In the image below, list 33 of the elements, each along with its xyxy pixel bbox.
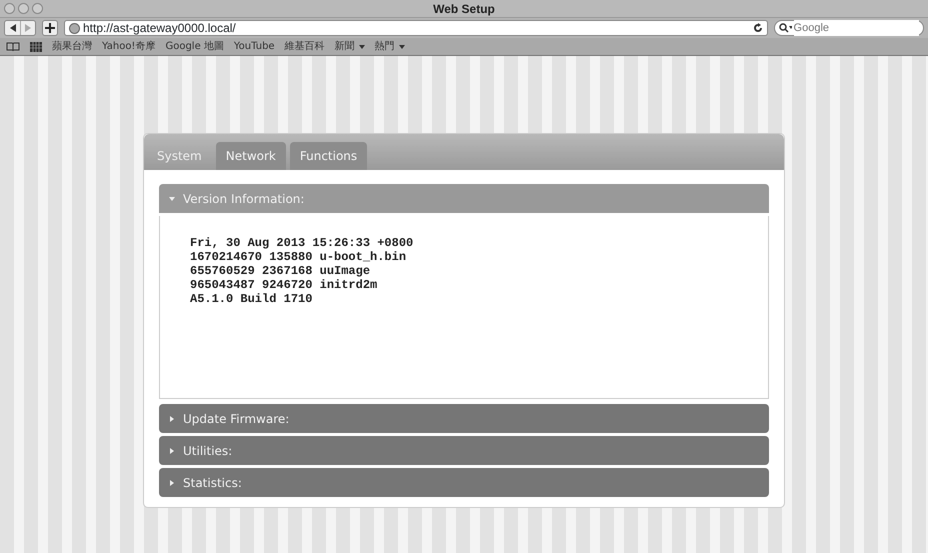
add-bookmark-button[interactable] [42, 20, 58, 36]
tab[interactable]: Functions [290, 142, 368, 170]
caret-down-icon [169, 196, 175, 202]
section-header[interactable]: Statistics: [159, 468, 769, 497]
search-icon [779, 23, 792, 33]
caret-right-icon [169, 480, 175, 486]
caret-right-icon [169, 416, 175, 422]
book-icon[interactable] [6, 42, 20, 52]
reload-icon[interactable] [753, 23, 763, 33]
globe-icon [69, 22, 80, 34]
bookmark-link[interactable]: 維基百科 [284, 39, 325, 54]
address-field[interactable]: http://ast-gateway0000.local/ [64, 20, 768, 36]
version-line: 1670214670 135880 u-boot_h.bin [190, 250, 408, 264]
version-line: 965043487 9246720 initrd2m [190, 278, 378, 292]
section-header[interactable]: Utilities: [159, 436, 769, 465]
caret-right-icon [169, 448, 175, 454]
grid-icon[interactable] [30, 42, 42, 52]
back-arrow-icon [10, 24, 16, 32]
section-header[interactable]: Update Firmware: [159, 404, 769, 433]
version-line: 655760529 2367168 uuImage [190, 264, 372, 278]
bookmark-menu[interactable]: 熱門 [374, 39, 405, 54]
version-line: A5.1.0 Build 1710 [190, 292, 314, 306]
forward-arrow-icon [25, 24, 31, 32]
tab[interactable]: Network [216, 142, 286, 170]
search-field[interactable]: Google [774, 20, 924, 36]
bookmark-menu[interactable]: 新聞 [334, 39, 365, 54]
bookmark-link[interactable]: Yahoo!奇摩 [102, 39, 156, 54]
version-line: Fri, 30 Aug 2013 15:26:33 +0800 [190, 236, 414, 250]
plus-icon [45, 23, 55, 33]
bookmark-link[interactable]: Google 地圖 [165, 39, 224, 54]
window-title: Web Setup [433, 1, 495, 18]
bookmark-link[interactable]: YouTube [234, 39, 275, 54]
bookmark-link[interactable]: 蘋果台灣 [52, 39, 92, 54]
